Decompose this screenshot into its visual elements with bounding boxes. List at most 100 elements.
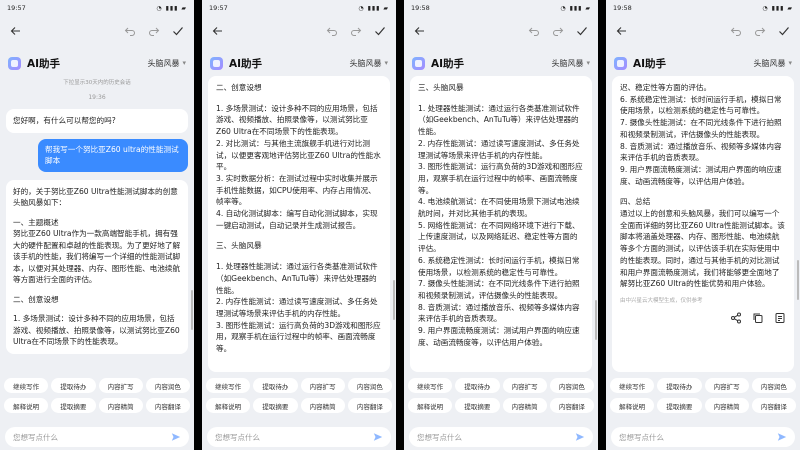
checkmark-icon[interactable] (778, 25, 790, 37)
chip-提取待办[interactable]: 提取待办 (253, 378, 298, 393)
assistant-title: AI助手 (229, 57, 263, 70)
redo-icon[interactable] (148, 25, 160, 37)
quick-action-chips: 继续写作 提取待办 内容扩写 内容润色解释说明 提取摘要 内容精简 内容翻译 (4, 378, 190, 413)
checkmark-icon[interactable] (576, 25, 588, 37)
chevron-down-icon[interactable]: ▾ (788, 59, 792, 67)
scrollbar-thumb[interactable] (393, 280, 395, 320)
chip-提取摘要[interactable]: 提取摘要 (51, 398, 96, 413)
scrollbar-thumb[interactable] (595, 300, 597, 340)
toolbar (0, 16, 194, 46)
checkmark-icon[interactable] (374, 25, 386, 37)
chip-内容扩写[interactable]: 内容扩写 (300, 378, 345, 393)
mode-selector[interactable]: 头脑风暴 (147, 58, 179, 69)
chat-area[interactable]: 迟、稳定性等方面的评估。 6. 系统稳定性测试：长时间运行手机，模拟日常使用场景… (606, 76, 800, 372)
mode-selector[interactable]: 头脑风暴 (349, 58, 381, 69)
checkmark-icon[interactable] (172, 25, 184, 37)
assistant-answer: 二、创意设想 1. 多场景测试：设计多种不同的应用场景，包括游戏、视频播放、拍照录… (208, 76, 390, 372)
mode-selector[interactable]: 头脑风暴 (753, 58, 785, 69)
scrollbar-thumb[interactable] (797, 260, 799, 300)
status-time: 19:57 (7, 4, 26, 12)
answer-paragraph: 三、头脑风暴 (216, 241, 262, 251)
chat-area[interactable]: 二、创意设想 1. 多场景测试：设计多种不同的应用场景，包括游戏、视频播放、拍照录… (202, 76, 396, 372)
assistant-answer: 好的，关于努比亚Z60 Ultra性能测试脚本的创意头脑风暴如下： 一、主题概述 … (6, 179, 188, 354)
chip-继续写作[interactable]: 继续写作 (408, 378, 453, 393)
history-note: 下拉显示30天内的历史会话 (63, 80, 131, 86)
redo-icon[interactable] (552, 25, 564, 37)
compose-bar (5, 427, 189, 447)
chip-内容润色[interactable]: 内容润色 (751, 378, 796, 393)
redo-icon[interactable] (754, 25, 766, 37)
status-time: 19:57 (209, 4, 228, 12)
undo-icon[interactable] (528, 25, 540, 37)
back-arrow-icon[interactable] (10, 25, 22, 37)
scrollbar-thumb[interactable] (191, 290, 193, 330)
chip-解释说明[interactable]: 解释说明 (610, 398, 655, 413)
chip-提取摘要[interactable]: 提取摘要 (253, 398, 298, 413)
answer-paragraph: 1. 多场景测试：设计多种不同的应用场景，包括游戏、视频播放、拍照录像等，以测试… (216, 103, 381, 230)
send-icon[interactable] (777, 432, 787, 442)
send-icon[interactable] (373, 432, 383, 442)
chip-内容扩写[interactable]: 内容扩写 (704, 378, 749, 393)
chevron-down-icon[interactable]: ▾ (182, 59, 186, 67)
compose-input[interactable] (619, 432, 777, 442)
assistant-title: AI助手 (431, 57, 465, 70)
chip-提取摘要[interactable]: 提取摘要 (455, 398, 500, 413)
chevron-down-icon[interactable]: ▾ (586, 59, 590, 67)
compose-input[interactable] (215, 432, 373, 442)
chip-内容精简[interactable]: 内容精简 (300, 398, 345, 413)
chip-提取待办[interactable]: 提取待办 (657, 378, 702, 393)
send-icon[interactable] (171, 432, 181, 442)
compose-bar (207, 427, 391, 447)
chip-内容润色[interactable]: 内容润色 (145, 378, 190, 393)
undo-icon[interactable] (124, 25, 136, 37)
compose-input[interactable] (13, 432, 171, 442)
undo-icon[interactable] (730, 25, 742, 37)
chip-内容扩写[interactable]: 内容扩写 (502, 378, 547, 393)
chat-area[interactable]: 下拉显示30天内的历史会话 19:36 您好啊，有什么可以帮您的吗? 帮我写一个努比亚… (0, 76, 194, 372)
compose-bar (409, 427, 593, 447)
chip-解释说明[interactable]: 解释说明 (206, 398, 251, 413)
insert-to-note-icon[interactable] (774, 312, 786, 324)
chip-解释说明[interactable]: 解释说明 (408, 398, 453, 413)
chip-内容扩写[interactable]: 内容扩写 (98, 378, 143, 393)
chevron-down-icon[interactable]: ▾ (384, 59, 388, 67)
assistant-title: AI助手 (27, 57, 61, 70)
status-icons: ◔ ▮▮▮ ▰ (358, 4, 389, 12)
mode-selector[interactable]: 头脑风暴 (551, 58, 583, 69)
compose-input[interactable] (417, 432, 575, 442)
chip-继续写作[interactable]: 继续写作 (206, 378, 251, 393)
copy-icon[interactable] (752, 312, 764, 324)
undo-icon[interactable] (326, 25, 338, 37)
chip-内容翻译[interactable]: 内容翻译 (549, 398, 594, 413)
chip-继续写作[interactable]: 继续写作 (4, 378, 49, 393)
status-icons: ◔ ▮▮▮ ▰ (762, 4, 793, 12)
chip-提取待办[interactable]: 提取待办 (455, 378, 500, 393)
chip-解释说明[interactable]: 解释说明 (4, 398, 49, 413)
back-arrow-icon[interactable] (414, 25, 426, 37)
answer-paragraph: 二、创意设想 (13, 294, 59, 304)
chip-内容翻译[interactable]: 内容翻译 (347, 398, 392, 413)
send-icon[interactable] (575, 432, 585, 442)
chip-内容翻译[interactable]: 内容翻译 (145, 398, 190, 413)
chip-继续写作[interactable]: 继续写作 (610, 378, 655, 393)
ai-assistant-logo-icon (412, 56, 425, 70)
status-icons: ◔ ▮▮▮ ▰ (560, 4, 591, 12)
status-icons: ◔ ▮▮▮ ▰ (156, 4, 187, 12)
chip-内容精简[interactable]: 内容精简 (502, 398, 547, 413)
chat-area[interactable]: 三、头脑风暴 1. 处理器性能测试：通过运行各类基准测试软件（如Geekbench… (404, 76, 598, 372)
chip-内容精简[interactable]: 内容精简 (98, 398, 143, 413)
chip-提取待办[interactable]: 提取待办 (51, 378, 96, 393)
chip-提取摘要[interactable]: 提取摘要 (657, 398, 702, 413)
chip-内容润色[interactable]: 内容润色 (549, 378, 594, 393)
chip-内容润色[interactable]: 内容润色 (347, 378, 392, 393)
share-icon[interactable] (730, 312, 742, 324)
phone-screen-2: 19:57 ◔ ▮▮▮ ▰ AI助手 头脑风暴 ▾ 二、创意设想 1. 多场景测… (202, 0, 396, 450)
assistant-greeting: 您好啊，有什么可以帮您的吗? (6, 109, 188, 133)
answer-paragraph: 二、创意设想 (216, 83, 262, 92)
chip-内容精简[interactable]: 内容精简 (704, 398, 749, 413)
back-arrow-icon[interactable] (616, 25, 628, 37)
answer-paragraph: 1. 处理器性能测试：通过运行各类基准测试软件（如Geekbench、AnTuT… (216, 262, 381, 354)
redo-icon[interactable] (350, 25, 362, 37)
chip-内容翻译[interactable]: 内容翻译 (751, 398, 796, 413)
back-arrow-icon[interactable] (212, 25, 224, 37)
